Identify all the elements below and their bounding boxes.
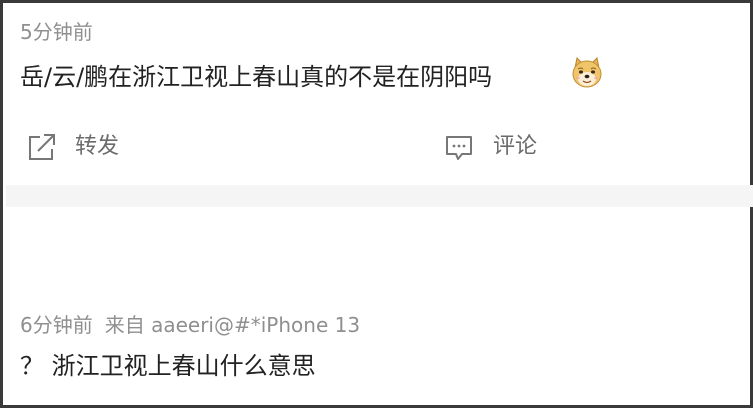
- post-timestamp: 5分钟前: [20, 20, 93, 44]
- forward-button[interactable]: 转发: [25, 125, 119, 169]
- post-text: 岳/云/鹏在浙江卫视上春山真的不是在阴阳吗: [20, 63, 493, 91]
- post-timestamp: 6分钟前: [20, 313, 93, 337]
- post-separator: [6, 185, 753, 207]
- comment-label: 评论: [493, 134, 538, 159]
- comment-icon: [446, 136, 472, 160]
- post-source: 来自 aaeeri@#*iPhone 13: [104, 313, 361, 337]
- doge-emoji-icon: [572, 56, 602, 88]
- post-actions: 转发 评论: [3, 125, 753, 169]
- screenshot-frame: 5分钟前 岳/云/鹏在浙江卫视上春山真的不是在阴阳吗 转发 评论 6分钟前 来自…: [0, 0, 753, 408]
- post-meta: 6分钟前 来自 aaeeri@#*iPhone 13: [20, 312, 360, 338]
- post-text: ？ 浙江卫视上春山什么意思: [20, 352, 316, 380]
- share-icon: [29, 134, 55, 160]
- comment-button[interactable]: 评论: [443, 125, 537, 169]
- forward-label: 转发: [75, 134, 120, 159]
